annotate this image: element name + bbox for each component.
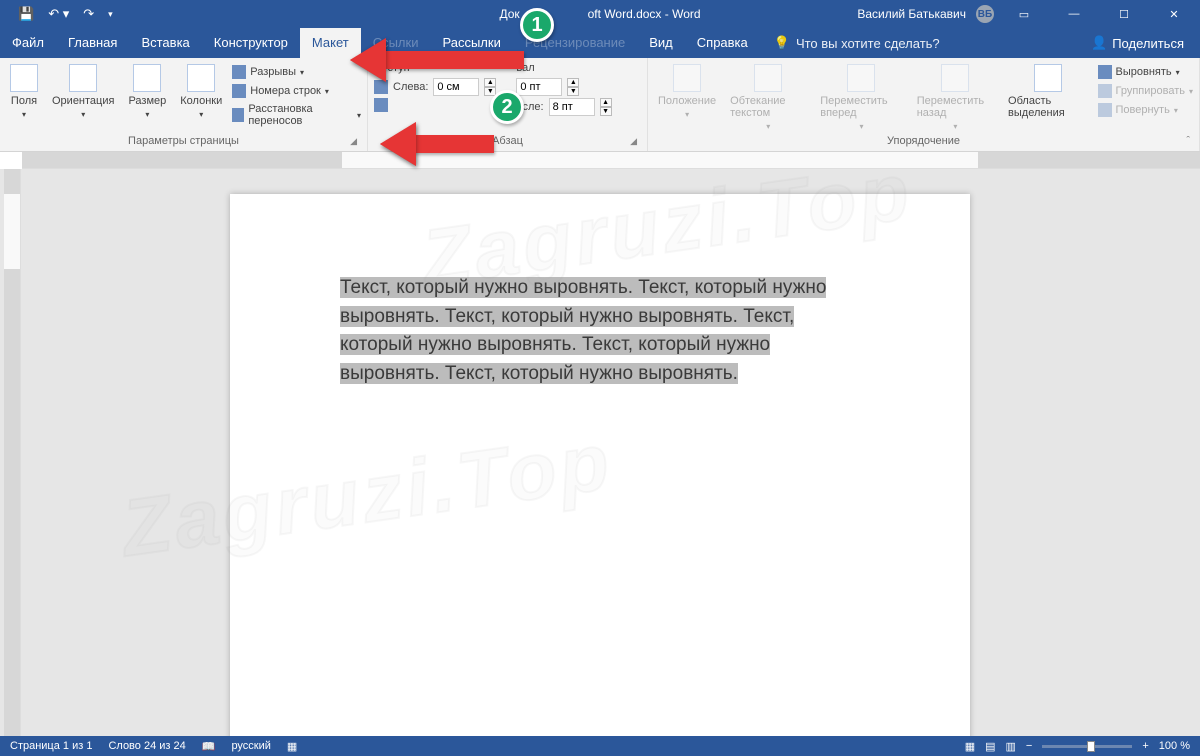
columns-label: Колонки (180, 95, 222, 107)
page[interactable]: Текст, который нужно выровнять. Текст, к… (230, 194, 970, 754)
size-button[interactable]: Размер▾ (124, 62, 170, 121)
ruler-vertical[interactable] (4, 169, 21, 736)
collapse-ribbon-icon[interactable]: ˆ (1186, 135, 1190, 147)
ribbon: Поля▾ Ориентация▾ Размер▾ Колонки▾ Разры… (0, 58, 1200, 152)
minimize-button[interactable]: — (1054, 0, 1094, 28)
lightbulb-icon: 💡 (774, 35, 790, 51)
spellcheck-icon[interactable]: 📖 (202, 740, 216, 753)
line-numbers-icon (232, 84, 246, 98)
spin-down[interactable]: ▼ (567, 87, 579, 96)
zoom-slider[interactable] (1042, 745, 1132, 748)
size-label: Размер (128, 95, 166, 107)
spacing-after-input[interactable] (549, 98, 595, 116)
position-button: Положение▾ (654, 62, 720, 121)
margins-label: Поля (11, 95, 37, 107)
user-avatar[interactable]: ВБ (976, 5, 994, 23)
undo-icon[interactable]: ↶ ▾ (48, 6, 69, 22)
view-read-icon[interactable]: ▦ (965, 740, 975, 753)
hyphenation-icon (232, 108, 244, 122)
group-button: Группировать ▾ (1098, 83, 1194, 99)
close-button[interactable]: ✕ (1154, 0, 1194, 28)
status-words[interactable]: Слово 24 из 24 (108, 740, 185, 752)
title-text-right: oft Word.docx - Word (588, 7, 701, 21)
group-arrange: Положение▾ Обтекание текстом▾ Переместит… (648, 58, 1200, 151)
indent-right-row (374, 98, 496, 112)
tab-insert[interactable]: Вставка (129, 28, 201, 58)
status-page[interactable]: Страница 1 из 1 (10, 740, 92, 752)
align-button[interactable]: Выровнять ▾ (1098, 64, 1194, 80)
tab-design[interactable]: Конструктор (202, 28, 300, 58)
columns-button[interactable]: Колонки▾ (176, 62, 226, 121)
view-print-icon[interactable]: ▤ (985, 740, 995, 753)
spin-down[interactable]: ▼ (600, 107, 612, 116)
group-icon (1098, 84, 1112, 98)
page-setup-title: Параметры страницы (128, 135, 239, 147)
group-page-setup: Поля▾ Ориентация▾ Размер▾ Колонки▾ Разры… (0, 58, 368, 151)
maximize-button[interactable]: ☐ (1104, 0, 1144, 28)
spacing-header: вал (516, 62, 611, 74)
spin-up[interactable]: ▲ (484, 78, 496, 87)
page-setup-dialog-launcher[interactable]: ◢ (350, 136, 357, 147)
status-language[interactable]: русский (231, 740, 270, 752)
paragraph-title: Абзац (492, 135, 523, 147)
user-name: Василий Батькавич (857, 7, 966, 21)
bring-forward-button: Переместить вперед▾ (816, 62, 906, 133)
selected-text[interactable]: Текст, который нужно выровнять. Текст, к… (340, 277, 826, 384)
align-icon (1098, 65, 1112, 79)
title-bar: 💾 ↶ ▾ ↷ ▾ Док oft Word.docx - Word Васил… (0, 0, 1200, 28)
quick-access-toolbar: 💾 ↶ ▾ ↷ ▾ (0, 6, 113, 22)
spacing-before-input[interactable] (516, 78, 562, 96)
zoom-level[interactable]: 100 % (1159, 740, 1190, 752)
tell-me-label: Что вы хотите сделать? (796, 36, 940, 51)
indent-left-row: Слева: ▲▼ (374, 78, 496, 96)
orientation-label: Ориентация (52, 95, 114, 107)
spacing-after-row: осле: ▲▼ (516, 98, 611, 116)
document-text[interactable]: Текст, который нужно выровнять. Текст, к… (340, 274, 860, 388)
tab-view[interactable]: Вид (637, 28, 685, 58)
ribbon-display-icon[interactable]: ▭ (1004, 0, 1044, 28)
callout-2: 2 (490, 90, 524, 124)
spin-up[interactable]: ▲ (567, 78, 579, 87)
breaks-icon (232, 65, 246, 79)
rotate-icon (1098, 103, 1112, 117)
redo-icon[interactable]: ↷ (83, 6, 94, 22)
macro-icon[interactable]: ▦ (287, 740, 297, 753)
tell-me-search[interactable]: 💡 Что вы хотите сделать? (774, 35, 940, 51)
indent-right-icon (374, 98, 388, 112)
share-button[interactable]: 👤 Поделиться (1091, 35, 1200, 51)
ruler-horizontal[interactable] (22, 152, 1200, 169)
indent-left-icon (374, 80, 388, 94)
zoom-out-button[interactable]: − (1026, 740, 1032, 752)
arrange-title: Упорядочение (887, 135, 960, 147)
tab-help[interactable]: Справка (685, 28, 760, 58)
document-area: Текст, который нужно выровнять. Текст, к… (0, 169, 1200, 736)
spin-up[interactable]: ▲ (600, 98, 612, 107)
spacing-before-row: ▲▼ (516, 78, 611, 96)
view-web-icon[interactable]: ▥ (1006, 740, 1016, 753)
tab-file[interactable]: Файл (0, 28, 56, 58)
hyphenation-button[interactable]: Расстановка переносов ▾ (232, 102, 361, 128)
zoom-in-button[interactable]: + (1142, 740, 1148, 752)
paragraph-dialog-launcher[interactable]: ◢ (630, 136, 637, 147)
status-bar: Страница 1 из 1 Слово 24 из 24 📖 русский… (0, 736, 1200, 756)
send-backward-button: Переместить назад▾ (913, 62, 998, 133)
wrap-text-button: Обтекание текстом▾ (726, 62, 810, 133)
qat-customize-icon[interactable]: ▾ (108, 9, 113, 20)
ribbon-tabs: Файл Главная Вставка Конструктор Макет С… (0, 28, 1200, 58)
line-numbers-button[interactable]: Номера строк ▾ (232, 83, 361, 99)
indent-left-input[interactable] (433, 78, 479, 96)
rotate-button: Повернуть ▾ (1098, 102, 1194, 118)
callout-1: 1 (520, 8, 554, 42)
orientation-button[interactable]: Ориентация▾ (48, 62, 118, 121)
save-icon[interactable]: 💾 (18, 6, 34, 22)
title-text-left: Док (499, 7, 519, 21)
indent-left-label: Слева: (393, 81, 428, 93)
tab-home[interactable]: Главная (56, 28, 129, 58)
share-label: Поделиться (1112, 36, 1184, 51)
selection-pane-button[interactable]: Область выделения (1004, 62, 1091, 121)
margins-button[interactable]: Поля▾ (6, 62, 42, 121)
breaks-button[interactable]: Разрывы ▾ (232, 64, 361, 80)
share-icon: 👤 (1091, 35, 1107, 51)
